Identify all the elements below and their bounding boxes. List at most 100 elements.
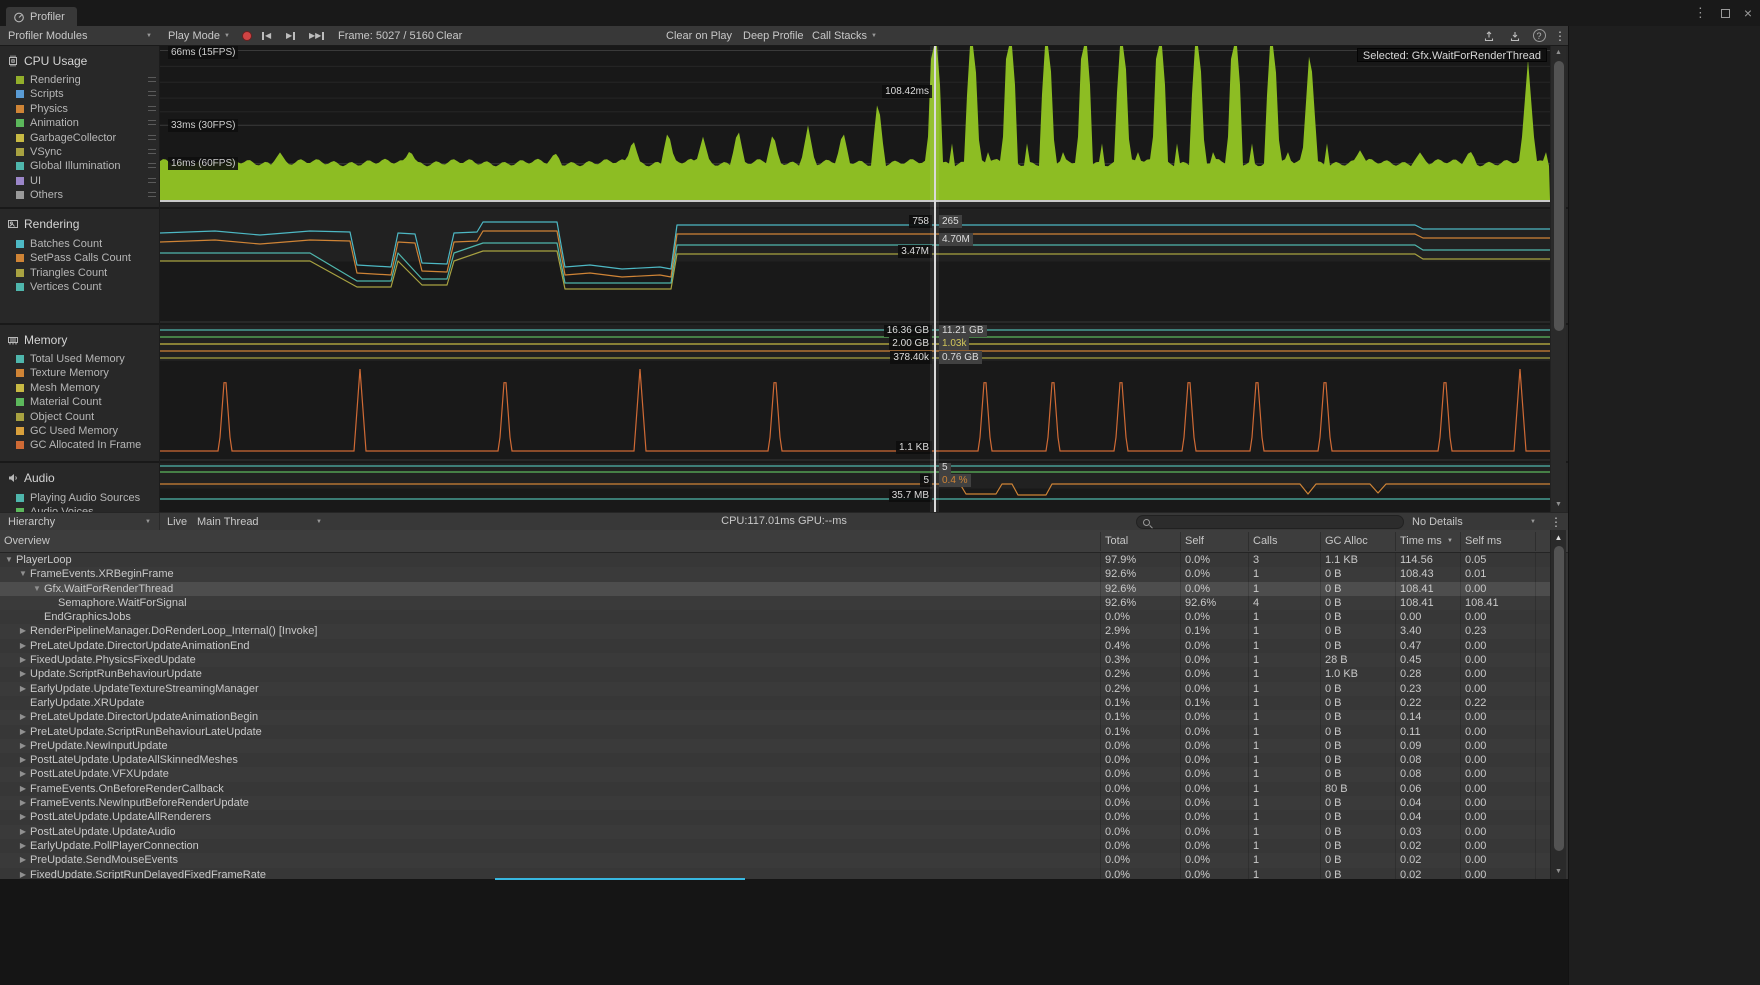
legend-item-garbagecollector[interactable]: GarbageCollector xyxy=(16,131,116,145)
audio-chart[interactable]: 5 5 0.4 % 35.7 MB xyxy=(160,463,1550,512)
expand-arrow-icon[interactable]: ▶ xyxy=(18,839,28,853)
collapse-arrow-icon[interactable]: ▼ xyxy=(18,567,28,581)
collapse-arrow-icon[interactable]: ▼ xyxy=(32,582,42,596)
legend-item-audio-voices[interactable]: Audio Voices xyxy=(16,505,94,512)
legend-item-mesh-memory[interactable]: Mesh Memory xyxy=(16,381,100,395)
expand-arrow-icon[interactable]: ▶ xyxy=(18,753,28,767)
table-row[interactable]: ▶ PreLateUpdate.DirectorUpdateAnimationBe… xyxy=(0,710,1550,725)
legend-item-total-used-memory[interactable]: Total Used Memory xyxy=(16,352,125,366)
expand-arrow-icon[interactable]: ▶ xyxy=(18,682,28,696)
legend-item-vsync[interactable]: VSync xyxy=(16,145,62,159)
toolbar-menu-icon[interactable]: ⋮ xyxy=(1554,26,1566,45)
legend-item-batches-count[interactable]: Batches Count xyxy=(16,237,102,251)
table-row[interactable]: ▼ PlayerLoop 97.9% 0.0% 3 1.1 KB 114.56 0.05 xyxy=(0,553,1550,568)
legend-item-triangles-count[interactable]: Triangles Count xyxy=(16,266,107,280)
legend-item-gc-used-memory[interactable]: GC Used Memory xyxy=(16,424,118,438)
legend-item-global-illumination[interactable]: Global Illumination xyxy=(16,159,121,173)
legend-drag-handle[interactable] xyxy=(148,91,156,97)
legend-item-rendering[interactable]: Rendering xyxy=(16,73,81,87)
legend-drag-handle[interactable] xyxy=(148,192,156,198)
window-menu-icon[interactable]: ⋮ xyxy=(1694,5,1707,21)
expand-arrow-icon[interactable]: ▶ xyxy=(18,725,28,739)
scroll-down-icon[interactable]: ▼ xyxy=(1551,499,1566,511)
legend-item-animation[interactable]: Animation xyxy=(16,116,79,130)
table-row[interactable]: ▼ Gfx.WaitForRenderThread 92.6% 0.0% 1 0 B 108… xyxy=(0,581,1550,596)
table-row[interactable]: ▶ Update.ScriptRunBehaviourUpdate 0.2% 0.0%… xyxy=(0,667,1550,682)
scroll-up-icon[interactable]: ▲ xyxy=(1551,532,1566,544)
hierarchy-menu-icon[interactable]: ⋮ xyxy=(1550,513,1562,530)
table-row[interactable]: ▶ PostLateUpdate.UpdateAudio 0.0% 0.0% 1 0 B 0… xyxy=(0,824,1550,839)
table-row[interactable]: ▶ PreLateUpdate.ScriptRunBehaviourLateUpd… xyxy=(0,724,1550,739)
legend-item-setpass-calls-count[interactable]: SetPass Calls Count xyxy=(16,251,131,265)
search-field[interactable] xyxy=(1136,515,1404,529)
table-row[interactable]: ▶ EarlyUpdate.UpdateTextureStreamingManag… xyxy=(0,681,1550,696)
save-profile-button[interactable] xyxy=(1506,26,1524,45)
table-row[interactable]: EarlyUpdate.XRUpdate 0.1% 0.1% 1 0 B 0.22 0.22 xyxy=(0,695,1550,711)
clear-button[interactable]: Clear xyxy=(436,26,462,45)
expand-arrow-icon[interactable]: ▶ xyxy=(18,710,28,724)
first-frame-button[interactable]: ◀ xyxy=(262,26,271,45)
expand-arrow-icon[interactable]: ▶ xyxy=(18,667,28,681)
charts-scrollbar-thumb[interactable] xyxy=(1554,61,1564,331)
legend-item-material-count[interactable]: Material Count xyxy=(16,395,102,409)
column-header-gc-alloc[interactable]: GC Alloc xyxy=(1325,530,1368,553)
table-row[interactable]: ▶ PostLateUpdate.UpdateAllRenderers 0.0% 0.… xyxy=(0,810,1550,825)
charts-scrollbar[interactable]: ▲ ▼ xyxy=(1550,46,1566,512)
search-input[interactable] xyxy=(1155,516,1397,528)
legend-item-texture-memory[interactable]: Texture Memory xyxy=(16,366,109,380)
play-mode-dropdown[interactable]: Play Mode ▼ xyxy=(168,26,230,45)
legend-item-physics[interactable]: Physics xyxy=(16,102,68,116)
expand-arrow-icon[interactable]: ▶ xyxy=(18,853,28,867)
table-row[interactable]: ▶ PreUpdate.NewInputUpdate 0.0% 0.0% 1 0 B 0.0… xyxy=(0,738,1550,754)
table-row[interactable]: Semaphore.WaitForSignal 92.6% 92.6% 4 0 B 108… xyxy=(0,595,1550,611)
legend-drag-handle[interactable] xyxy=(148,120,156,126)
playhead-line[interactable] xyxy=(934,46,936,512)
record-button[interactable] xyxy=(238,26,256,45)
maximize-icon[interactable] xyxy=(1720,8,1730,18)
column-header-time-ms[interactable]: Time ms xyxy=(1400,530,1442,553)
table-row[interactable]: ▶ RenderPipelineManager.DoRenderLoop_Inte… xyxy=(0,624,1550,639)
next-frame-button[interactable]: ▶ xyxy=(286,26,296,45)
load-profile-button[interactable] xyxy=(1480,26,1498,45)
table-row[interactable]: ▶ FrameEvents.NewInputBeforeRenderUpdate 0… xyxy=(0,796,1550,811)
help-button[interactable]: ? xyxy=(1530,26,1548,45)
expand-arrow-icon[interactable]: ▶ xyxy=(18,868,28,879)
profiler-modules-dropdown[interactable]: Profiler Modules ▼ xyxy=(0,26,160,45)
table-row[interactable]: ▼ FrameEvents.XRBeginFrame 92.6% 0.0% 1 0 B 10… xyxy=(0,567,1550,582)
legend-item-others[interactable]: Others xyxy=(16,188,63,202)
scroll-up-icon[interactable]: ▲ xyxy=(1551,47,1566,59)
tab-profiler[interactable]: Profiler xyxy=(6,7,77,26)
clear-on-play-toggle[interactable]: Clear on Play xyxy=(666,26,732,45)
call-stacks-dropdown[interactable]: Call Stacks ▼ xyxy=(812,26,877,45)
column-header-calls[interactable]: Calls xyxy=(1253,530,1277,553)
table-row[interactable]: ▶ PostLateUpdate.VFXUpdate 0.0% 0.0% 1 0 B 0.0… xyxy=(0,767,1550,782)
expand-arrow-icon[interactable]: ▶ xyxy=(18,624,28,638)
table-row[interactable]: EndGraphicsJobs 0.0% 0.0% 1 0 B 0.00 0.00 xyxy=(0,610,1550,625)
legend-drag-handle[interactable] xyxy=(148,77,156,82)
module-header-audio[interactable]: Audio xyxy=(7,471,55,485)
deep-profile-toggle[interactable]: Deep Profile xyxy=(743,26,804,45)
expand-arrow-icon[interactable]: ▶ xyxy=(18,796,28,810)
expand-arrow-icon[interactable]: ▶ xyxy=(18,767,28,781)
expand-arrow-icon[interactable]: ▶ xyxy=(18,782,28,796)
cpu-chart[interactable]: 66ms (15FPS) 33ms (30FPS) 16ms (60FPS) 108.… xyxy=(160,46,1550,200)
expand-arrow-icon[interactable]: ▶ xyxy=(18,653,28,667)
legend-item-ui[interactable]: UI xyxy=(16,174,41,188)
thread-dropdown[interactable]: Main Thread ▼ xyxy=(197,513,322,530)
table-row[interactable]: ▶ FixedUpdate.ScriptRunDelayedFixedFrameR… xyxy=(0,867,1550,879)
module-header-memory[interactable]: Memory xyxy=(7,333,67,347)
memory-chart[interactable]: 16.36 GB 11.21 GB 2.00 GB 1.03k 378.40k 0.76 … xyxy=(160,325,1550,459)
legend-drag-handle[interactable] xyxy=(148,163,156,169)
table-scrollbar[interactable]: ▲ ▼ xyxy=(1550,530,1566,879)
view-mode-dropdown[interactable]: Hierarchy ▼ xyxy=(0,513,160,530)
scroll-down-icon[interactable]: ▼ xyxy=(1551,866,1566,878)
details-dropdown[interactable]: No Details ▼ xyxy=(1412,513,1536,530)
table-row[interactable]: ▶ PreUpdate.SendMouseEvents 0.0% 0.0% 1 0 B 0.… xyxy=(0,853,1550,868)
column-header-overview[interactable]: Overview xyxy=(4,530,50,553)
legend-item-playing-audio-sources[interactable]: Playing Audio Sources xyxy=(16,491,140,505)
table-scrollbar-thumb[interactable] xyxy=(1554,546,1564,851)
table-row[interactable]: ▶ EarlyUpdate.PollPlayerConnection 0.0% 0.0… xyxy=(0,838,1550,854)
close-icon[interactable]: × xyxy=(1744,5,1752,21)
current-frame-button[interactable]: ▶▶ xyxy=(309,26,325,45)
legend-drag-handle[interactable] xyxy=(148,177,156,183)
